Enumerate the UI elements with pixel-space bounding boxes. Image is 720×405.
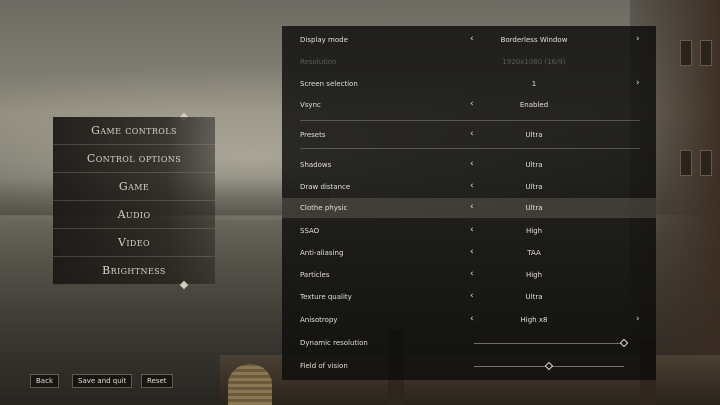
setting-row-vsync[interactable]: Vsync ‹ Enabled <box>282 95 656 115</box>
field-of-vision-slider-knob[interactable] <box>544 361 554 371</box>
setting-row-shadows[interactable]: Shadows ‹ Ultra <box>282 155 656 175</box>
setting-label: Texture quality <box>300 293 352 301</box>
setting-label: Resolution <box>300 58 337 66</box>
setting-row-clothe-physic[interactable]: Clothe physic ‹ Ultra <box>282 198 656 218</box>
setting-row-screen-selection[interactable]: Screen selection 1 › <box>282 74 656 94</box>
setting-value: Ultra <box>525 293 543 301</box>
setting-row-anisotropy[interactable]: Anisotropy ‹ High x8 › <box>282 310 656 330</box>
setting-row-dynamic-resolution[interactable]: Dynamic resolution <box>282 333 656 353</box>
setting-row-particles[interactable]: Particles ‹ High <box>282 265 656 285</box>
save-and-quit-button[interactable]: Save and quit <box>72 374 133 388</box>
setting-row-ssao[interactable]: SSAO ‹ High <box>282 221 656 241</box>
setting-value: Ultra <box>525 161 543 169</box>
setting-label: Screen selection <box>300 80 358 88</box>
setting-row-draw-distance[interactable]: Draw distance ‹ Ultra <box>282 177 656 197</box>
section-divider <box>300 120 640 121</box>
building-window <box>680 150 692 176</box>
setting-label: SSAO <box>300 227 320 235</box>
menu-item-control-options[interactable]: Control options <box>53 145 215 173</box>
setting-label: Clothe physic <box>300 204 348 212</box>
video-settings-panel: Display mode ‹ Borderless Window › Resol… <box>282 26 656 380</box>
setting-value: 1 <box>531 80 537 88</box>
setting-label: Anti-aliasing <box>300 249 344 257</box>
menu-item-game-controls[interactable]: Game controls <box>53 117 215 145</box>
arrow-right-icon[interactable]: › <box>636 78 640 88</box>
rope-coil <box>228 364 272 405</box>
dynamic-resolution-slider-track[interactable] <box>474 343 624 344</box>
setting-label: Presets <box>300 131 326 139</box>
settings-category-menu: Game controls Control options Game Audio… <box>53 112 215 290</box>
setting-row-texture-quality[interactable]: Texture quality ‹ Ultra <box>282 287 656 307</box>
setting-value: High <box>525 271 543 279</box>
reset-button[interactable]: Reset <box>141 374 173 388</box>
setting-value: High <box>525 227 543 235</box>
setting-label: Draw distance <box>300 183 351 191</box>
setting-row-anti-aliasing[interactable]: Anti-aliasing ‹ TAA <box>282 243 656 263</box>
setting-label: Anisotropy <box>300 316 338 324</box>
menu-item-brightness[interactable]: Brightness <box>53 257 215 285</box>
building-window <box>700 40 712 66</box>
setting-row-field-of-vision[interactable]: Field of vision <box>282 356 656 376</box>
setting-value: Borderless Window <box>500 36 568 44</box>
setting-value: TAA <box>527 249 541 257</box>
arrow-right-icon[interactable]: › <box>636 314 640 324</box>
setting-label: Dynamic resolution <box>300 339 368 347</box>
menu-item-game[interactable]: Game <box>53 173 215 201</box>
building-window <box>680 40 692 66</box>
setting-value: High x8 <box>520 316 548 324</box>
setting-value: Ultra <box>525 131 543 139</box>
setting-row-resolution: Resolution 1920x1080 (16/9) <box>282 52 656 72</box>
arrow-right-icon[interactable]: › <box>636 34 640 44</box>
dynamic-resolution-slider-knob[interactable] <box>619 338 629 348</box>
menu-item-audio[interactable]: Audio <box>53 201 215 229</box>
setting-value: Enabled <box>519 101 549 109</box>
setting-label: Field of vision <box>300 362 348 370</box>
setting-row-presets[interactable]: Presets ‹ Ultra <box>282 125 656 145</box>
setting-value: Ultra <box>525 183 543 191</box>
setting-value: Ultra <box>525 204 543 212</box>
setting-row-display-mode[interactable]: Display mode ‹ Borderless Window › <box>282 30 656 50</box>
section-divider <box>300 148 640 149</box>
setting-label: Particles <box>300 271 330 279</box>
menu-item-video[interactable]: Video <box>53 229 215 257</box>
setting-label: Shadows <box>300 161 332 169</box>
back-button[interactable]: Back <box>30 374 59 388</box>
setting-value: 1920x1080 (16/9) <box>502 58 566 66</box>
building-window <box>700 150 712 176</box>
setting-label: Vsync <box>300 101 321 109</box>
setting-label: Display mode <box>300 36 348 44</box>
